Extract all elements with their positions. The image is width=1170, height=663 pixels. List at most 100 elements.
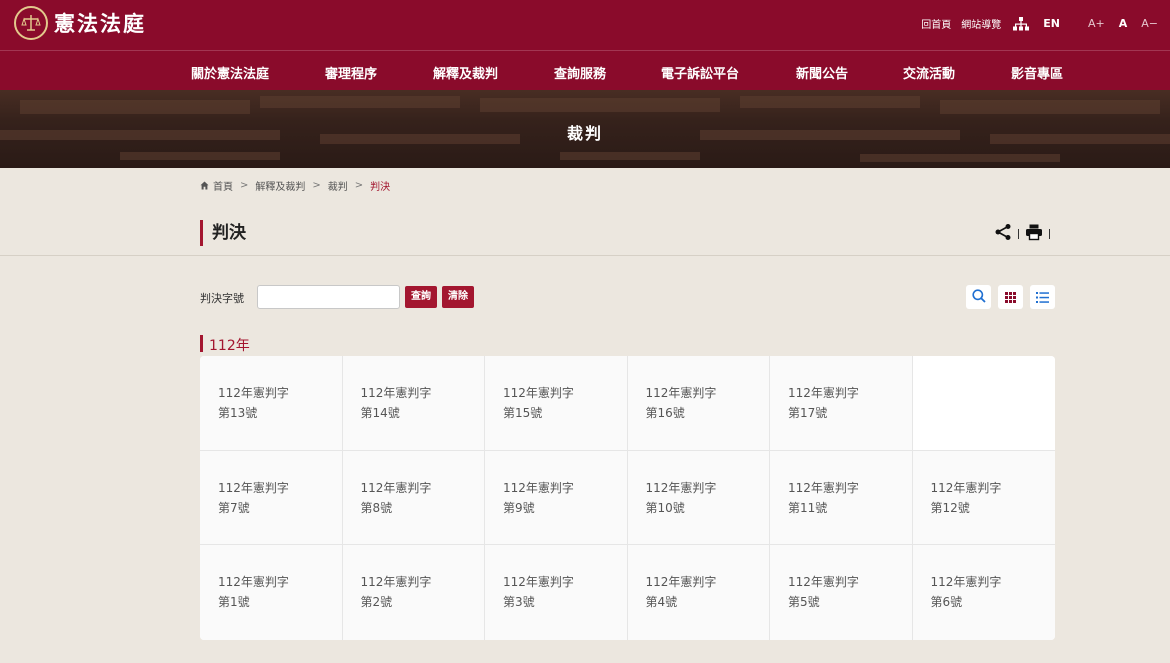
ruling-card-title: 112年憲判字 xyxy=(930,575,1002,590)
ruling-card-number: 第5號 xyxy=(788,595,820,610)
page-tools xyxy=(994,223,1056,245)
breadcrumb: 首頁 > 解釋及裁判 > 裁判 > 判決 xyxy=(200,178,390,193)
ruling-card-title: 112年憲判字 xyxy=(645,480,717,495)
ruling-card-title: 112年憲判字 xyxy=(503,575,574,590)
grid-view-icon xyxy=(1005,288,1016,307)
ruling-card-title: 112年憲判字 xyxy=(788,386,859,400)
ruling-card-title: 112年憲判字 xyxy=(360,575,432,590)
search-label: 判決字號 xyxy=(200,292,244,305)
nav-procedure[interactable]: 審理程序 xyxy=(325,63,377,82)
breadcrumb-home[interactable]: 首頁 xyxy=(213,178,233,193)
ruling-card-number: 第9號 xyxy=(503,500,535,515)
tool-divider xyxy=(1049,229,1050,239)
ruling-card-number: 第12號 xyxy=(930,500,970,515)
page-banner: 裁判 xyxy=(0,90,1170,168)
home-icon xyxy=(200,181,209,190)
top-bar: 憲法法庭 回首頁 網站導覽 EN A+ A A− xyxy=(0,0,1170,50)
ruling-card-number: 第8號 xyxy=(360,500,393,515)
ruling-card-title: 112年憲判字 xyxy=(788,480,859,495)
ruling-card[interactable]: 112年憲判字 第10號 xyxy=(627,450,770,546)
ruling-card-title: 112年憲判字 xyxy=(360,386,432,400)
ruling-card[interactable]: 112年憲判字 第9號 xyxy=(485,450,628,546)
font-size-decrease[interactable]: A− xyxy=(1141,17,1158,30)
ruling-card[interactable]: 112年憲判字 第13號 xyxy=(200,356,343,451)
ruling-card[interactable]: 112年憲判字 第3號 xyxy=(485,545,628,640)
ruling-card-title: 112年憲判字 xyxy=(788,575,859,590)
sitemap-icon[interactable] xyxy=(1013,16,1030,31)
ruling-card-title: 112年憲判字 xyxy=(645,575,717,590)
breadcrumb-separator: > xyxy=(240,180,249,191)
nav-media[interactable]: 影音專區 xyxy=(1011,63,1063,82)
ruling-card-number: 第16號 xyxy=(645,406,685,420)
site-logo[interactable]: 憲法法庭 xyxy=(14,6,146,40)
share-icon[interactable] xyxy=(994,223,1012,245)
year-heading: 112年 xyxy=(209,338,250,354)
home-link[interactable]: 回首頁 xyxy=(921,16,951,31)
breadcrumb-rulings[interactable]: 裁判 xyxy=(328,178,348,193)
ruling-card[interactable]: 112年憲判字 第14號 xyxy=(342,356,485,451)
ruling-number-input[interactable] xyxy=(257,285,400,309)
empty-card xyxy=(912,356,1055,451)
nav-exchange[interactable]: 交流活動 xyxy=(903,63,955,82)
ruling-card-number: 第10號 xyxy=(645,500,685,515)
ruling-card[interactable]: 112年憲判字 第17號 xyxy=(770,356,913,451)
ruling-card-title: 112年憲判字 xyxy=(503,480,574,495)
query-button[interactable]: 查詢 xyxy=(405,286,437,308)
ruling-card-number: 第14號 xyxy=(360,406,400,420)
ruling-card[interactable]: 112年憲判字 第1號 xyxy=(200,545,343,640)
ruling-card[interactable]: 112年憲判字 第15號 xyxy=(485,356,628,451)
nav-query[interactable]: 查詢服務 xyxy=(554,63,606,82)
ruling-card-number: 第13號 xyxy=(218,406,258,420)
tool-divider xyxy=(1018,229,1019,239)
nav-interpretations-rulings[interactable]: 解釋及裁判 xyxy=(433,63,498,82)
main-nav: 關於憲法法庭 審理程序 解釋及裁判 查詢服務 電子訴訟平台 新聞公告 交流活動 … xyxy=(0,50,1170,90)
clear-button[interactable]: 清除 xyxy=(442,286,474,308)
ruling-card-number: 第6號 xyxy=(930,595,963,610)
nav-e-litigation[interactable]: 電子訴訟平台 xyxy=(661,63,739,82)
list-view-icon xyxy=(1036,288,1049,307)
font-size-normal[interactable]: A xyxy=(1119,17,1128,30)
sitemap-link[interactable]: 網站導覽 xyxy=(961,16,1001,31)
page-title: 判決 xyxy=(212,223,246,243)
ruling-card-title: 112年憲判字 xyxy=(930,480,1002,495)
section-divider xyxy=(0,255,1170,256)
breadcrumb-separator: > xyxy=(312,180,321,191)
ruling-card-number: 第2號 xyxy=(360,595,393,610)
print-icon[interactable] xyxy=(1025,223,1043,245)
ruling-card-title: 112年憲判字 xyxy=(218,386,289,400)
search-toggle-button[interactable] xyxy=(966,285,991,309)
site-logo-text: 憲法法庭 xyxy=(54,11,146,36)
ruling-card[interactable]: 112年憲判字 第16號 xyxy=(627,356,770,451)
search-icon xyxy=(971,288,986,307)
breadcrumb-current: 判決 xyxy=(370,182,391,193)
rulings-grid: 112年憲判字 第13號 112年憲判字 第14號 112年憲判字 第15號 112年… xyxy=(200,356,1055,640)
utility-links: 回首頁 網站導覽 EN A+ A A− xyxy=(911,16,1158,31)
font-size-increase[interactable]: A+ xyxy=(1088,17,1105,30)
ruling-card[interactable]: 112年憲判字 第4號 xyxy=(627,545,770,640)
breadcrumb-interpretations-rulings[interactable]: 解釋及裁判 xyxy=(255,178,305,193)
court-emblem-icon xyxy=(14,6,48,40)
nav-about[interactable]: 關於憲法法庭 xyxy=(191,63,269,82)
ruling-card[interactable]: 112年憲判字 第2號 xyxy=(342,545,485,640)
ruling-card[interactable]: 112年憲判字 第5號 xyxy=(770,545,913,640)
ruling-card[interactable]: 112年憲判字 第6號 xyxy=(912,545,1055,640)
ruling-card-title: 112年憲判字 xyxy=(360,480,432,495)
page-title-block: 判決 xyxy=(200,220,246,246)
ruling-card-title: 112年憲判字 xyxy=(645,386,717,400)
ruling-card[interactable]: 112年憲判字 第7號 xyxy=(200,450,343,546)
ruling-card-title: 112年憲判字 xyxy=(503,386,574,400)
grid-view-button[interactable] xyxy=(998,285,1023,309)
ruling-card[interactable]: 112年憲判字 第8號 xyxy=(342,450,485,546)
ruling-card-number: 第17號 xyxy=(788,406,828,420)
ruling-card-number: 第3號 xyxy=(503,595,535,610)
ruling-card-number: 第11號 xyxy=(788,500,828,515)
list-view-button[interactable] xyxy=(1030,285,1055,309)
breadcrumb-separator: > xyxy=(354,180,364,191)
ruling-card[interactable]: 112年憲判字 第11號 xyxy=(770,450,913,546)
ruling-card-title: 112年憲判字 xyxy=(218,575,289,590)
ruling-card[interactable]: 112年憲判字 第12號 xyxy=(912,450,1055,546)
nav-news[interactable]: 新聞公告 xyxy=(796,63,848,82)
year-heading-block: 112年 xyxy=(200,335,250,354)
language-switch-en[interactable]: EN xyxy=(1043,17,1060,30)
ruling-card-number: 第1號 xyxy=(218,595,250,610)
